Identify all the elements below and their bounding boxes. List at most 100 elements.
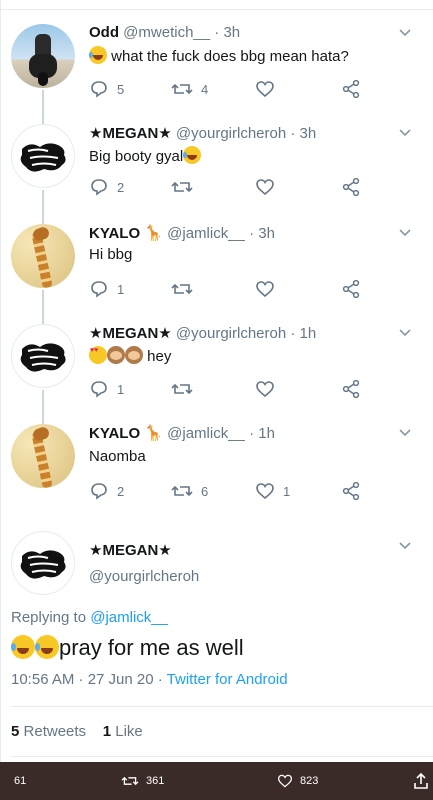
retweet-button[interactable]: 6 <box>171 480 208 502</box>
like-button[interactable] <box>255 176 283 198</box>
heart-icon <box>256 381 274 398</box>
tweet-time[interactable]: 3h <box>258 225 275 242</box>
bottom-upload-button[interactable] <box>414 762 428 800</box>
avatar-kyalo[interactable] <box>11 424 75 488</box>
avatar-megan[interactable] <box>11 531 75 595</box>
user-handle[interactable]: @mwetich__ <box>123 24 210 41</box>
avatar-megan[interactable] <box>11 124 75 188</box>
like-button[interactable] <box>255 378 283 400</box>
tweet-time[interactable]: 3h <box>223 24 240 41</box>
tweet-time[interactable]: 1h <box>300 325 317 342</box>
display-name[interactable]: ★MEGAN★ <box>89 125 172 142</box>
face-with-tears-of-joy-icon <box>89 46 107 64</box>
share-button[interactable] <box>341 278 361 300</box>
share-icon <box>342 481 360 501</box>
chevron-down-icon[interactable] <box>398 126 412 140</box>
separator-dot: · <box>290 325 296 342</box>
retweets-label: Retweets <box>23 723 87 740</box>
thread-tweet-1[interactable]: Odd @mwetich__ · 3h what the fuck does b… <box>1 14 433 124</box>
avatar-odd[interactable] <box>11 24 75 88</box>
avatar-kyalo[interactable] <box>11 224 75 288</box>
share-button[interactable] <box>341 378 361 400</box>
likes-stat[interactable]: 1 Like <box>103 723 143 740</box>
reply-button[interactable]: 2 <box>89 480 124 502</box>
divider <box>11 706 433 707</box>
tweet-header: Odd @mwetich__ · 3h <box>89 24 240 41</box>
bottom-like-button[interactable]: 823 <box>276 762 318 800</box>
daddys-lil-monster-logo <box>20 343 66 372</box>
separator-dot: · <box>249 225 255 242</box>
focused-tweet: ★MEGAN★ @yourgirlcheroh Replying to @jam… <box>1 525 433 762</box>
chevron-down-icon[interactable] <box>398 26 412 40</box>
thread-tweet-5[interactable]: KYALO 🦒 @jamlick__ · 1h Naomba 2 6 1 <box>1 414 433 515</box>
like-button[interactable] <box>255 78 283 100</box>
tweet-text: Naomba <box>89 448 146 465</box>
chevron-down-icon[interactable] <box>398 426 412 440</box>
retweets-stat[interactable]: 5 Retweets <box>11 723 86 740</box>
avatar-megan[interactable] <box>11 324 75 388</box>
tweet-handle-line: @yourgirlcheroh <box>89 568 199 585</box>
tweet-header: ★MEGAN★ @yourgirlcheroh · 3h <box>89 124 316 142</box>
like-button[interactable] <box>255 278 283 300</box>
retweet-button[interactable] <box>171 378 201 400</box>
reply-icon <box>91 179 107 196</box>
like-count: 1 <box>283 483 291 499</box>
tweet-text: what the fuck does bbg mean hata? <box>89 46 349 65</box>
retweet-button[interactable]: 4 <box>171 78 208 100</box>
display-name[interactable]: KYALO <box>89 425 140 442</box>
retweet-icon <box>171 485 193 497</box>
user-handle[interactable]: @jamlick__ <box>167 425 245 442</box>
display-name[interactable]: ★MEGAN★ <box>89 542 172 559</box>
bottom-retweet-button[interactable]: 361 <box>120 762 164 800</box>
tweet-header: ★MEGAN★ @yourgirlcheroh · 1h <box>89 324 316 342</box>
tweet-time[interactable]: 1h <box>258 425 275 442</box>
tweet-header: ★MEGAN★ <box>89 541 172 559</box>
reply-button[interactable]: 1 <box>89 278 124 300</box>
face-with-tears-of-joy-icon <box>183 146 202 164</box>
divider <box>11 756 433 757</box>
tweet-source[interactable]: Twitter for Android <box>167 671 288 688</box>
chevron-down-icon[interactable] <box>398 226 412 240</box>
retweet-count: 6 <box>201 483 209 499</box>
replying-to-mention[interactable]: @jamlick__ <box>90 609 168 626</box>
share-button[interactable] <box>341 78 361 100</box>
tweet-time[interactable]: 3h <box>300 125 317 142</box>
bottom-retweets: 361 <box>146 775 165 787</box>
reply-button[interactable]: 5 <box>89 78 124 100</box>
display-name[interactable]: Odd <box>89 24 119 41</box>
tweet-timestamp[interactable]: 10:56 AM · 27 Jun 20 · <box>11 671 163 688</box>
share-icon <box>342 379 360 399</box>
heart-icon <box>256 483 274 500</box>
retweet-icon <box>121 776 139 786</box>
like-button[interactable]: 1 <box>255 480 290 502</box>
heart-icon <box>256 81 274 98</box>
retweet-count: 4 <box>201 81 209 97</box>
share-icon <box>342 79 360 99</box>
chevron-down-icon[interactable] <box>398 539 412 553</box>
display-name[interactable]: KYALO <box>89 225 140 242</box>
bottom-reply-count[interactable]: 61 <box>8 762 26 800</box>
user-handle[interactable]: @yourgirlcheroh <box>89 568 199 585</box>
chevron-down-icon[interactable] <box>398 326 412 340</box>
reply-icon <box>91 483 107 500</box>
tweet-header: KYALO 🦒 @jamlick__ · 3h <box>89 224 275 242</box>
share-button[interactable] <box>341 480 361 502</box>
retweet-button[interactable] <box>171 176 201 198</box>
retweet-button[interactable] <box>171 278 201 300</box>
reply-count: 2 <box>117 483 125 499</box>
thread-tweet-4[interactable]: ★MEGAN★ @yourgirlcheroh · 1h hey 1 <box>1 314 433 424</box>
bottom-engagement-bar: 61 361 823 <box>0 762 433 800</box>
thread-tweet-2[interactable]: ★MEGAN★ @yourgirlcheroh · 3h Big booty g… <box>1 100 433 224</box>
reply-icon <box>91 381 107 398</box>
reply-button[interactable]: 2 <box>89 176 124 198</box>
user-handle[interactable]: @yourgirlcheroh <box>176 125 286 142</box>
reply-button[interactable]: 1 <box>89 378 124 400</box>
separator-dot: · <box>249 425 255 442</box>
user-handle[interactable]: @yourgirlcheroh <box>176 325 286 342</box>
display-name[interactable]: ★MEGAN★ <box>89 325 172 342</box>
user-handle[interactable]: @jamlick__ <box>167 225 245 242</box>
thread-tweet-3[interactable]: KYALO 🦒 @jamlick__ · 3h Hi bbg 1 <box>1 214 433 324</box>
heart-icon <box>277 774 293 788</box>
share-button[interactable] <box>341 176 361 198</box>
reply-count: 1 <box>117 381 125 397</box>
